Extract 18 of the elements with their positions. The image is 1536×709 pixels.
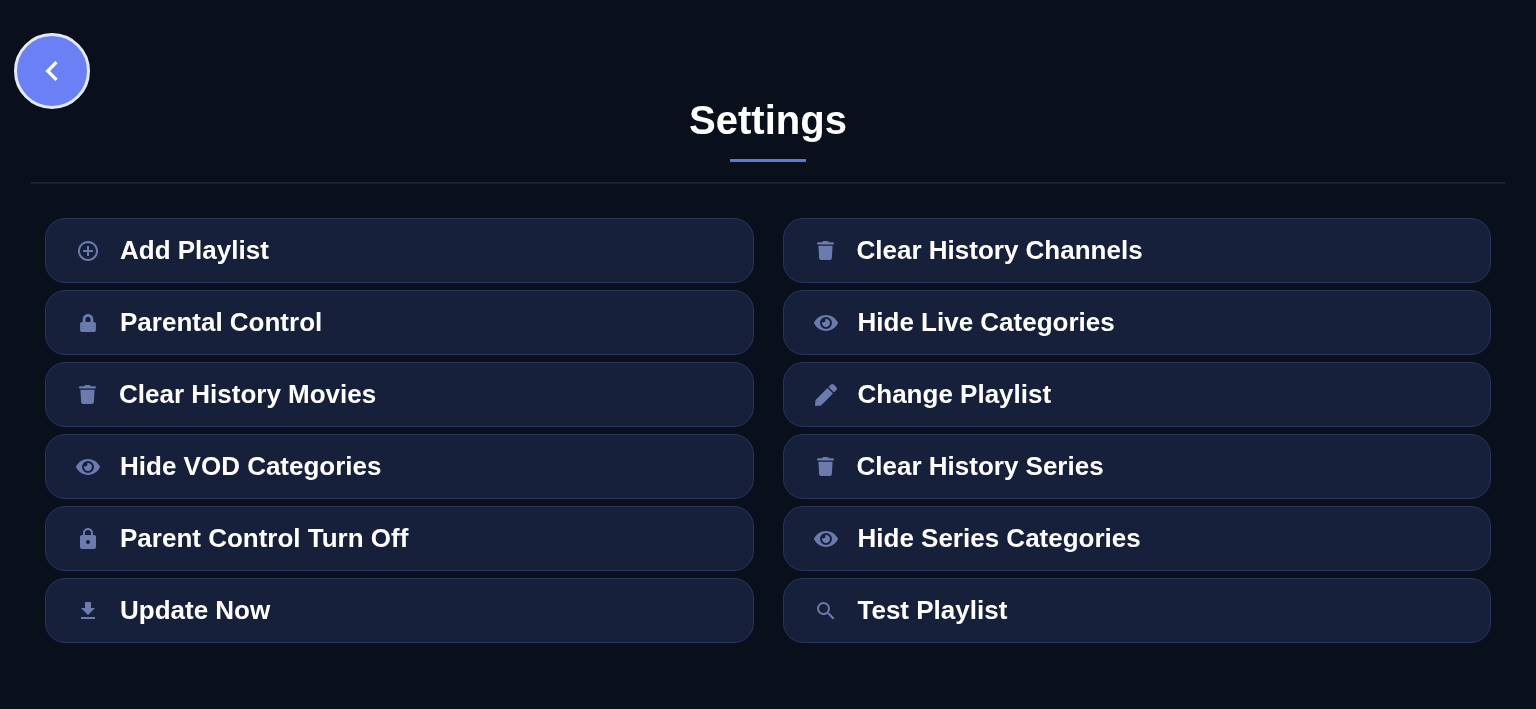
settings-option[interactable]: Parent Control Turn Off xyxy=(45,506,754,571)
trash-icon xyxy=(78,385,97,404)
pencil-icon xyxy=(814,383,837,406)
settings-option[interactable]: Add Playlist xyxy=(45,218,754,283)
settings-option[interactable]: Clear History Channels xyxy=(782,218,1491,283)
trash-icon xyxy=(815,241,835,260)
settings-option[interactable]: Parental Control xyxy=(45,290,754,355)
settings-option[interactable]: Test Playlist xyxy=(782,578,1491,643)
settings-option[interactable]: Update Now xyxy=(45,578,754,643)
settings-option[interactable]: Hide Series Categories xyxy=(782,506,1491,571)
settings-option[interactable]: Change Playlist xyxy=(782,362,1491,427)
settings-option[interactable]: Clear History Movies xyxy=(45,362,754,427)
settings-option[interactable]: Hide VOD Categories xyxy=(45,434,754,499)
settings-option[interactable]: Hide Live Categories xyxy=(782,290,1491,355)
trash-icon xyxy=(815,457,835,476)
page-title: Settings xyxy=(689,97,847,144)
lock-icon xyxy=(79,313,97,332)
settings-option[interactable]: Clear History Series xyxy=(782,434,1491,499)
